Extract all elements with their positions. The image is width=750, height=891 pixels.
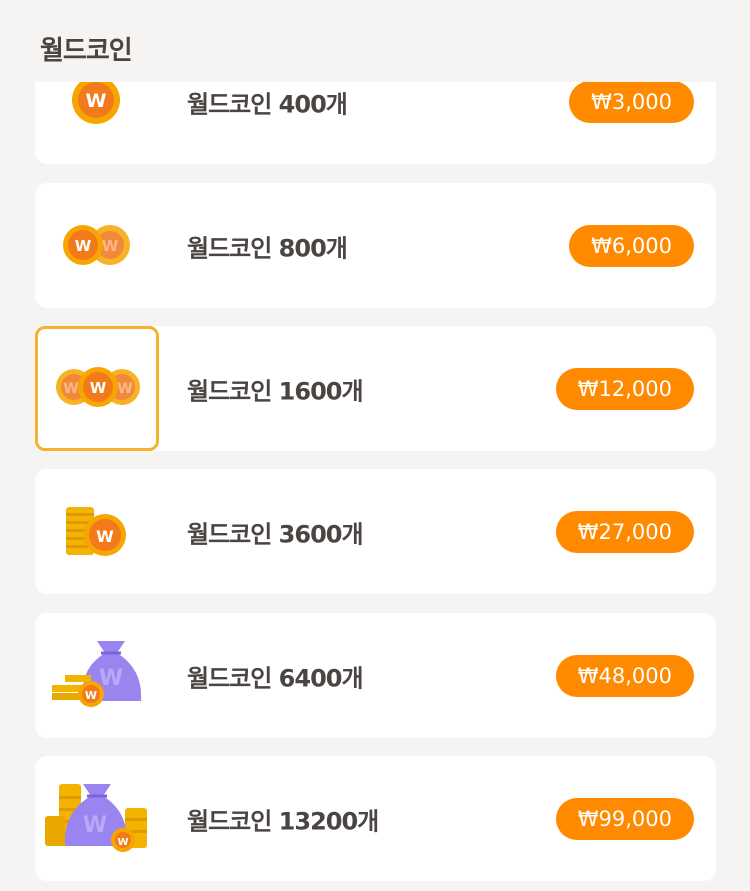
svg-text:W: W <box>75 237 92 255</box>
price-button[interactable]: ₩3,000 <box>569 82 694 123</box>
product-icon-box: W <box>35 82 159 164</box>
product-icon-box: W W <box>35 756 159 881</box>
svg-text:W: W <box>86 90 107 112</box>
page-title: 월드코인 <box>40 36 133 66</box>
price-button[interactable]: ₩12,000 <box>555 367 694 410</box>
price-button[interactable]: ₩48,000 <box>555 654 694 697</box>
product-icon-box: W W <box>35 613 159 738</box>
two-coins-icon: W W <box>63 225 130 265</box>
svg-text:W: W <box>63 381 78 397</box>
product-name: 월드코인 3600개 <box>187 520 364 548</box>
product-card-1600[interactable]: W W W 월드코인 1600개 ₩12,000 <box>35 326 716 451</box>
price-button[interactable]: ₩99,000 <box>555 797 694 840</box>
svg-text:W: W <box>99 666 123 691</box>
svg-text:W: W <box>90 379 107 397</box>
product-name: 월드코인 6400개 <box>187 664 364 692</box>
product-card-800[interactable]: W W 월드코인 800개 ₩6,000 <box>35 183 716 308</box>
product-icon-box: W W <box>35 183 159 308</box>
single-coin-icon: W <box>72 82 120 124</box>
product-name: 월드코인 13200개 <box>187 807 379 835</box>
product-card-6400[interactable]: W W 월드코인 6400개 ₩48,000 <box>35 613 716 738</box>
three-coins-icon: W W W <box>56 367 140 407</box>
product-name: 월드코인 400개 <box>187 90 348 118</box>
product-card-400[interactable]: W 월드코인 400개 ₩3,000 <box>35 82 716 164</box>
coin-stack-icon: W <box>66 507 126 556</box>
svg-text:W: W <box>117 837 128 848</box>
page-header: 월드코인 <box>0 0 750 82</box>
product-list[interactable]: W 월드코인 400개 ₩3,000 W W 월드코인 800개 ₩6,000 … <box>0 82 750 891</box>
svg-text:W: W <box>96 527 114 546</box>
price-button[interactable]: ₩27,000 <box>555 510 694 553</box>
coin-bag-icon: W W <box>52 641 142 707</box>
product-icon-box: W <box>35 469 159 594</box>
svg-text:W: W <box>102 237 119 255</box>
svg-text:W: W <box>83 813 107 838</box>
product-icon-box-selected: W W W <box>35 326 159 451</box>
svg-text:W: W <box>85 689 97 702</box>
product-card-3600[interactable]: W 월드코인 3600개 ₩27,000 <box>35 469 716 594</box>
coin-bag-pile-icon: W W <box>45 784 147 852</box>
product-name: 월드코인 800개 <box>187 234 348 262</box>
price-button[interactable]: ₩6,000 <box>569 224 694 267</box>
product-name: 월드코인 1600개 <box>187 377 364 405</box>
svg-text:W: W <box>117 381 132 397</box>
product-card-13200[interactable]: W W 월드코인 13200개 ₩99,000 <box>35 756 716 881</box>
